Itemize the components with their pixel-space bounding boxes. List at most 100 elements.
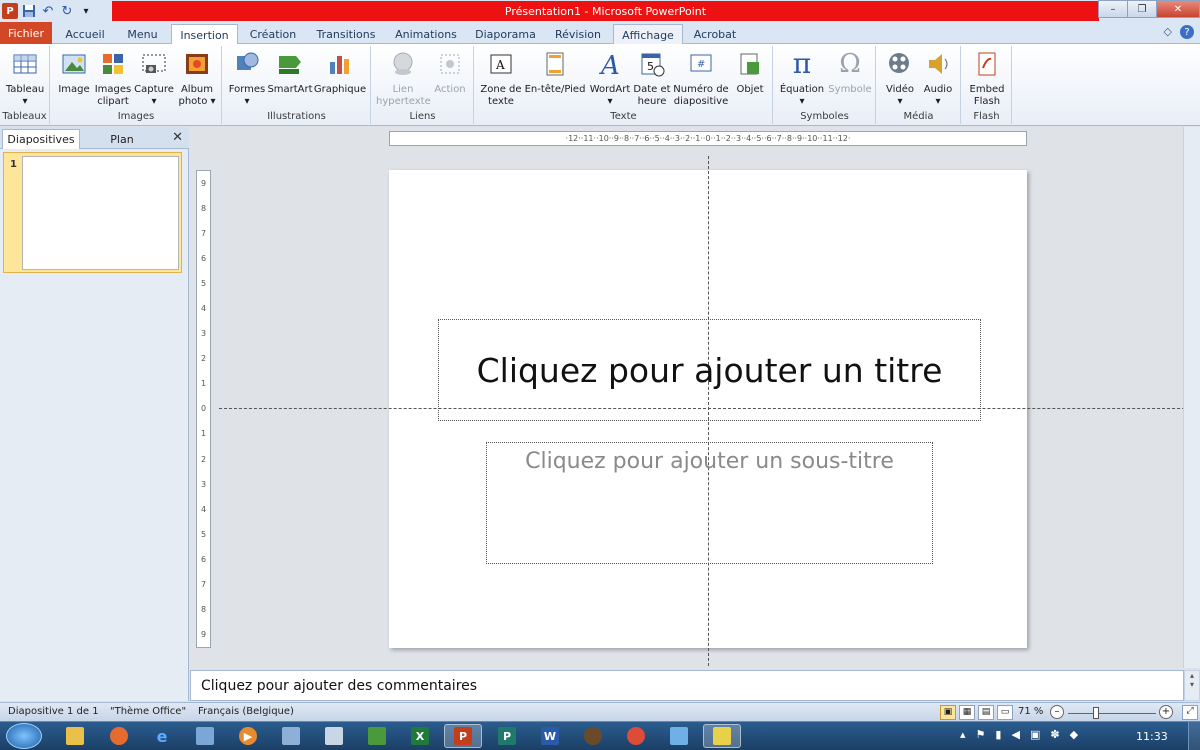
lien-hypertexte-button[interactable]: Lien hypertexte	[376, 50, 431, 108]
date-et-heure-button[interactable]: 5 Date et heure	[633, 50, 671, 108]
reading-view-icon[interactable]: ▤	[978, 705, 994, 720]
minimize-ribbon-icon[interactable]: ◇	[1164, 25, 1172, 39]
equation-button[interactable]: π Équation ▾	[778, 50, 826, 108]
tab-menu[interactable]: Menu	[115, 24, 170, 44]
show-desktop-button[interactable]	[1188, 722, 1200, 750]
fit-to-window-icon[interactable]: ⤢	[1182, 705, 1198, 720]
zoom-out-button[interactable]: –	[1050, 705, 1064, 719]
zone-de-texte-button[interactable]: A Zone de texte	[479, 50, 523, 108]
tab-animations[interactable]: Animations	[386, 24, 466, 44]
theme-name[interactable]: "Thème Office"	[110, 706, 186, 717]
en-tete-pied-button[interactable]: En-tête/Pied	[523, 50, 587, 96]
tab-diapositives[interactable]: Diapositives	[2, 129, 80, 149]
device-icon[interactable]: ▣	[1030, 728, 1040, 741]
tray-expand-icon[interactable]: ▴	[960, 728, 966, 741]
restore-button[interactable]: ❐	[1127, 0, 1157, 18]
tab-fichier[interactable]: Fichier	[0, 22, 52, 44]
graphique-button[interactable]: Graphique	[313, 50, 367, 96]
slide-thumbnail-item[interactable]: 1	[3, 152, 182, 273]
group-label-illustrations: Illustrations	[267, 111, 326, 122]
tab-revision[interactable]: Révision	[545, 24, 611, 44]
sync-icon[interactable]: ✽	[1050, 728, 1059, 741]
undo-icon[interactable]: ↶	[40, 3, 56, 19]
firefox-taskbar-icon[interactable]	[100, 724, 138, 748]
tab-affichage[interactable]: Affichage	[613, 24, 683, 45]
images-clipart-button[interactable]: Images clipart	[93, 50, 133, 108]
zoom-in-button[interactable]: +	[1159, 705, 1173, 719]
system-tray: ▴ ⚑ ▮ ◀ ▣ ✽ ◆	[960, 728, 1078, 741]
tab-transitions[interactable]: Transitions	[308, 24, 384, 44]
slideshow-icon[interactable]: ▭	[997, 705, 1013, 720]
capture-button[interactable]: Capture ▾	[133, 50, 175, 108]
internet-explorer-taskbar-icon[interactable]: e	[143, 724, 181, 748]
notes-pane[interactable]: Cliquez pour ajouter des commentaires	[190, 670, 1184, 701]
tab-accueil[interactable]: Accueil	[56, 24, 114, 44]
start-button[interactable]	[6, 723, 42, 749]
powerpoint-taskbar-icon[interactable]: P	[444, 724, 482, 748]
explorer-taskbar-icon[interactable]	[56, 724, 94, 748]
vertical-scrollbar[interactable]	[1183, 127, 1200, 668]
word-taskbar-icon[interactable]: W	[531, 724, 569, 748]
save-icon[interactable]	[21, 3, 37, 19]
image-button[interactable]: Image	[55, 50, 93, 96]
svg-text:A: A	[599, 51, 620, 78]
help-icon[interactable]: ?	[1180, 25, 1194, 39]
app-tray-icon[interactable]: ◆	[1070, 728, 1078, 741]
numero-diapositive-button[interactable]: # Numéro de diapositive	[671, 50, 731, 108]
slide-thumbnail[interactable]	[22, 156, 179, 270]
flag-icon[interactable]: ⚑	[976, 728, 986, 741]
media-player-taskbar-icon[interactable]: ▶	[229, 724, 267, 748]
tab-diaporama[interactable]: Diaporama	[468, 24, 543, 44]
horizontal-ruler[interactable]: ·12··11··10··9··8··7··6··5··4··3··2··1··…	[389, 131, 1027, 146]
language-indicator[interactable]: Français (Belgique)	[198, 706, 294, 717]
status-bar: Diapositive 1 de 1 "Thème Office" França…	[0, 702, 1200, 721]
objet-button[interactable]: Objet	[731, 50, 769, 96]
app-taskbar-icon[interactable]	[358, 724, 396, 748]
video-button[interactable]: Vidéo ▾	[881, 50, 919, 108]
zoom-level[interactable]: 71 %	[1018, 706, 1043, 717]
publisher-taskbar-icon[interactable]: P	[488, 724, 526, 748]
excel-taskbar-icon[interactable]: X	[401, 724, 439, 748]
zoom-slider-track[interactable]	[1068, 713, 1156, 714]
audio-button[interactable]: Audio ▾	[919, 50, 957, 108]
close-panel-icon[interactable]: ✕	[172, 130, 183, 145]
album-photo-button[interactable]: Album photo ▾	[175, 50, 219, 108]
title-placeholder[interactable]: Cliquez pour ajouter un titre	[438, 319, 981, 421]
tab-insertion[interactable]: Insertion	[171, 24, 238, 45]
action-button[interactable]: Action	[430, 50, 470, 96]
redo-icon[interactable]: ↻	[59, 3, 75, 19]
notes-scrollbar[interactable]: ▴ ▾	[1184, 670, 1200, 701]
close-button[interactable]: ✕	[1156, 0, 1200, 18]
powerpoint-app-icon[interactable]: P	[2, 3, 18, 19]
tableau-button[interactable]: Tableau ▾	[2, 50, 48, 108]
tab-plan[interactable]: Plan	[82, 129, 162, 149]
equation-label: Équation	[779, 84, 825, 95]
symbole-label: Symbole	[828, 84, 872, 95]
network-icon[interactable]: ▮	[995, 728, 1001, 741]
tab-creation[interactable]: Création	[240, 24, 306, 44]
vruler-tick: 4	[200, 304, 207, 314]
symbole-button[interactable]: Ω Symbole	[826, 50, 874, 96]
tab-acrobat[interactable]: Acrobat	[685, 24, 745, 44]
app-taskbar-icon[interactable]	[272, 724, 310, 748]
formes-button[interactable]: Formes ▾	[227, 50, 267, 108]
minimize-button[interactable]: –	[1098, 0, 1128, 18]
vertical-ruler[interactable]: 9 8 7 6 5 4 3 2 1 0 1 2 3 4 5 6 7 8 9	[196, 170, 211, 648]
embed-flash-button[interactable]: Embed Flash	[965, 50, 1009, 108]
subtitle-placeholder[interactable]: Cliquez pour ajouter un sous-titre	[486, 442, 933, 564]
notepad-taskbar-icon[interactable]	[315, 724, 353, 748]
zoom-slider-thumb[interactable]	[1093, 707, 1099, 719]
app-taskbar-icon[interactable]	[186, 724, 224, 748]
volume-icon[interactable]: ◀	[1011, 728, 1019, 741]
app-taskbar-icon[interactable]	[574, 724, 612, 748]
normal-view-icon[interactable]: ▣	[940, 705, 956, 720]
vruler-tick: 3	[200, 329, 207, 339]
clock[interactable]: 11:33	[1136, 730, 1168, 743]
chrome-taskbar-icon[interactable]	[617, 724, 655, 748]
wordart-button[interactable]: A WordArt ▾	[587, 50, 633, 108]
app-taskbar-icon[interactable]	[660, 724, 698, 748]
customize-qat-icon[interactable]: ▾	[78, 3, 94, 19]
smartart-button[interactable]: SmartArt	[267, 50, 313, 96]
app-taskbar-icon[interactable]	[703, 724, 741, 748]
slide-sorter-icon[interactable]: ▦	[959, 705, 975, 720]
